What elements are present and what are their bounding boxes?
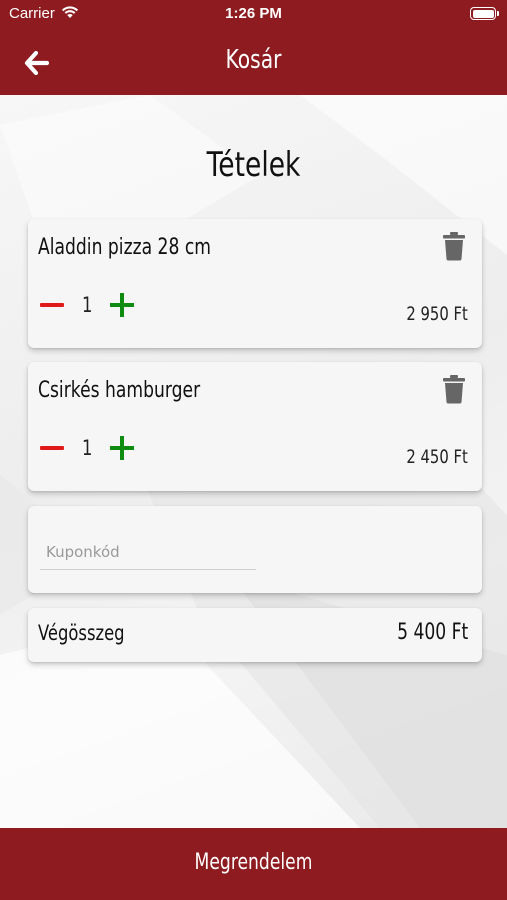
- total-label: Végösszeg: [38, 621, 125, 645]
- cart-item-card: Aladdin pizza 28 cm 1 2 950 Ft: [28, 219, 482, 348]
- increase-quantity-button[interactable]: [110, 292, 136, 318]
- delete-item-button[interactable]: [442, 231, 466, 261]
- coupon-input[interactable]: [40, 534, 256, 570]
- app-header: Carrier 1:26 PM Kosár: [0, 0, 507, 95]
- decrease-quantity-button[interactable]: [40, 295, 66, 315]
- decrease-quantity-button[interactable]: [40, 438, 66, 458]
- item-price: 2 450 Ft: [406, 446, 468, 468]
- total-card: Végösszeg 5 400 Ft: [28, 608, 482, 662]
- page-title: Kosár: [225, 45, 282, 75]
- total-value: 5 400 Ft: [396, 620, 468, 645]
- coupon-card: [28, 506, 482, 593]
- item-name: Csirkés hamburger: [38, 378, 201, 403]
- cart-item-card: Csirkés hamburger 1 2 450 Ft: [28, 362, 482, 491]
- status-time: 1:26 PM: [225, 5, 282, 22]
- increase-quantity-button[interactable]: [110, 435, 136, 461]
- back-button[interactable]: [24, 50, 52, 78]
- items-heading: Tételek: [206, 145, 301, 185]
- status-bar: Carrier 1:26 PM: [0, 0, 507, 28]
- order-button-label: Megrendelem: [194, 850, 313, 875]
- item-name: Aladdin pizza 28 cm: [38, 235, 212, 260]
- item-price: 2 950 Ft: [406, 303, 468, 325]
- order-button[interactable]: Megrendelem: [0, 828, 507, 900]
- arrow-left-icon: [24, 50, 50, 76]
- quantity-value: 1: [82, 436, 93, 460]
- quantity-value: 1: [82, 293, 93, 317]
- battery-icon: [470, 7, 499, 20]
- trash-icon: [443, 375, 465, 404]
- trash-icon: [443, 232, 465, 261]
- delete-item-button[interactable]: [442, 374, 466, 404]
